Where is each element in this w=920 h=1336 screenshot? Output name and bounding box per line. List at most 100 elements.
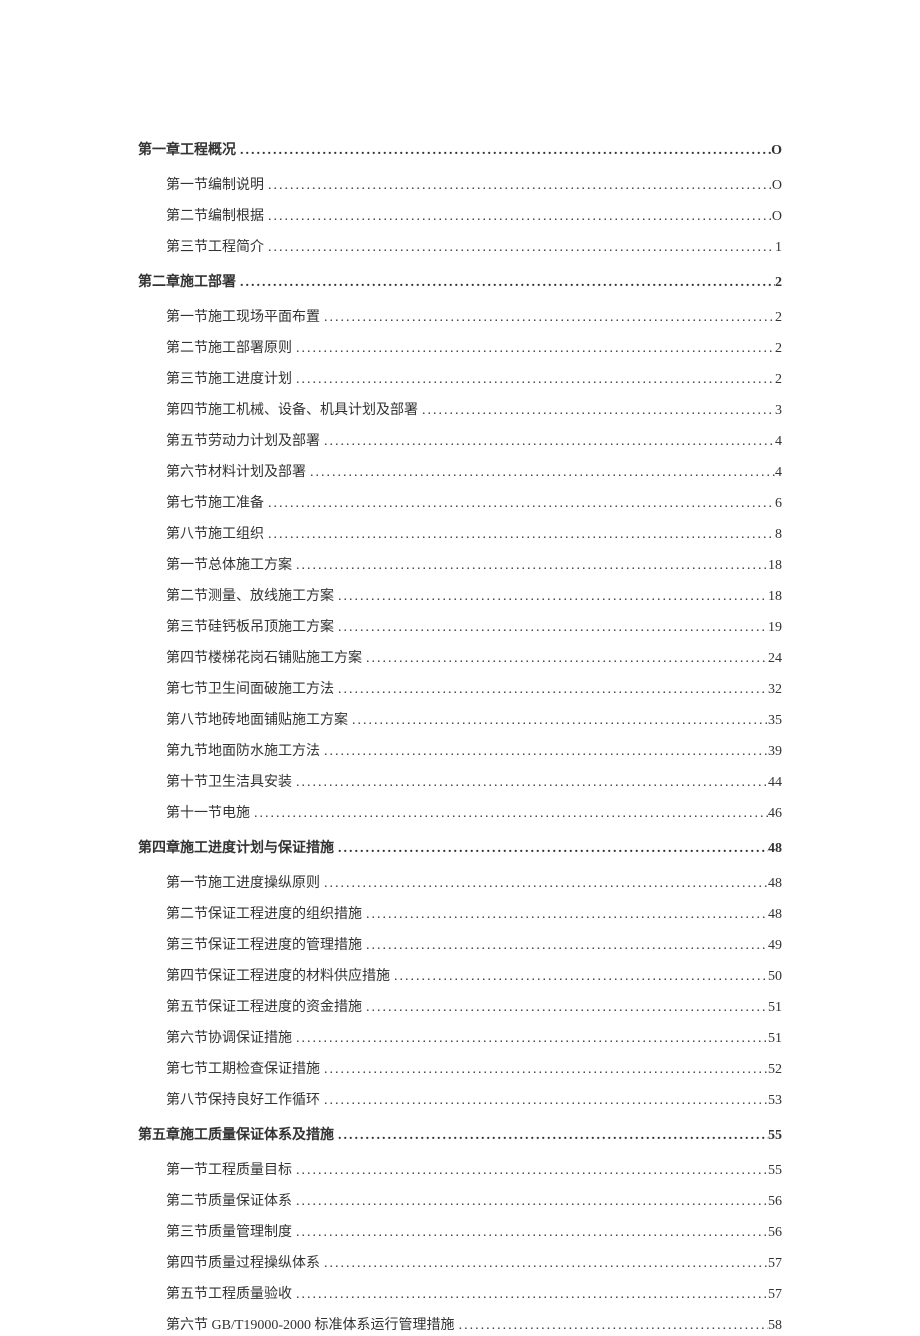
toc-entry: 第六节 GB/T19000-2000 标准体系运行管理措施...........… [138,1315,782,1336]
toc-page-number: 48 [768,904,782,925]
toc-leader-dots: ........................................… [250,803,768,824]
toc-page-number: 6 [775,493,782,514]
toc-entry: 第四章施工进度计划与保证措施..........................… [138,838,782,859]
toc-page-number: 35 [768,710,782,731]
toc-page-number: 19 [768,617,782,638]
toc-title: 第三节施工进度计划 [166,369,292,390]
toc-entry: 第七节工期检查保证措施.............................… [138,1059,782,1080]
toc-entry: 第七节卫生间面破施工方法............................… [138,679,782,700]
toc-leader-dots: ........................................… [334,617,768,638]
toc-title: 第四节楼梯花岗石铺贴施工方案 [166,648,362,669]
toc-page-number: 39 [768,741,782,762]
toc-title: 第八节保持良好工作循环 [166,1090,320,1111]
toc-title: 第一节工程质量目标 [166,1160,292,1181]
toc-leader-dots: ........................................… [264,206,772,227]
toc-entry: 第八节地砖地面铺贴施工方案...........................… [138,710,782,731]
toc-title: 第一节总体施工方案 [166,555,292,576]
toc-page-number: 24 [768,648,782,669]
toc-title: 第七节卫生间面破施工方法 [166,679,334,700]
toc-page-number: 1 [775,237,782,258]
toc-leader-dots: ........................................… [236,272,775,293]
toc-page-number: 44 [768,772,782,793]
toc-leader-dots: ........................................… [320,307,775,328]
toc-page-number: 32 [768,679,782,700]
toc-title: 第三节质量管理制度 [166,1222,292,1243]
toc-leader-dots: ........................................… [334,586,768,607]
toc-leader-dots: ........................................… [348,710,768,731]
toc-page-number: 52 [768,1059,782,1080]
toc-page-number: 56 [768,1191,782,1212]
toc-leader-dots: ........................................… [292,1222,768,1243]
toc-leader-dots: ........................................… [306,462,775,483]
toc-title: 第五节工程质量验收 [166,1284,292,1305]
toc-leader-dots: ........................................… [264,524,775,545]
toc-page-number: 2 [775,369,782,390]
toc-entry: 第二节保证工程进度的组织措施..........................… [138,904,782,925]
toc-page-number: 4 [775,431,782,452]
toc-title: 第五节保证工程进度的资金措施 [166,997,362,1018]
toc-entry: 第十节卫生洁具安装...............................… [138,772,782,793]
toc-title: 第五节劳动力计划及部署 [166,431,320,452]
toc-title: 第四章施工进度计划与保证措施 [138,838,334,859]
toc-entry: 第六节协调保证措施...............................… [138,1028,782,1049]
toc-title: 第三节保证工程进度的管理措施 [166,935,362,956]
toc-leader-dots: ........................................… [292,1284,768,1305]
toc-leader-dots: ........................................… [320,1059,768,1080]
toc-page-number: O [772,175,782,196]
toc-entry: 第五章施工质量保证体系及措施..........................… [138,1125,782,1146]
toc-leader-dots: ........................................… [264,237,775,258]
toc-title: 第七节施工准备 [166,493,264,514]
toc-page-number: 51 [768,1028,782,1049]
toc-entry: 第四节质量过程操纵体系.............................… [138,1253,782,1274]
toc-entry: 第五节工程质量验收...............................… [138,1284,782,1305]
toc-entry: 第二节编制根据.................................… [138,206,782,227]
table-of-contents: 第一章工程概况.................................… [138,140,782,1336]
toc-page-number: 8 [775,524,782,545]
toc-title: 第八节地砖地面铺贴施工方案 [166,710,348,731]
toc-page-number: 18 [768,555,782,576]
toc-leader-dots: ........................................… [334,838,768,859]
toc-entry: 第二章施工部署.................................… [138,272,782,293]
toc-entry: 第四节施工机械、设备、机具计划及部署......................… [138,400,782,421]
toc-entry: 第三节工程简介.................................… [138,237,782,258]
toc-title: 第一章工程概况 [138,140,236,161]
toc-page-number: O [771,140,782,161]
toc-page-number: 2 [775,338,782,359]
toc-title: 第八节施工组织 [166,524,264,545]
toc-leader-dots: ........................................… [362,997,768,1018]
toc-leader-dots: ........................................… [264,493,775,514]
toc-leader-dots: ........................................… [334,1125,768,1146]
toc-entry: 第二节施工部署原则...............................… [138,338,782,359]
toc-entry: 第二节测量、放线施工方案............................… [138,586,782,607]
toc-title: 第二节编制根据 [166,206,264,227]
toc-entry: 第一节编制说明.................................… [138,175,782,196]
toc-entry: 第一节施工现场平面布置.............................… [138,307,782,328]
toc-title: 第六节协调保证措施 [166,1028,292,1049]
toc-page-number: 53 [768,1090,782,1111]
toc-page-number: 2 [775,307,782,328]
toc-title: 第二章施工部署 [138,272,236,293]
toc-leader-dots: ........................................… [455,1315,768,1336]
toc-page-number: 48 [768,873,782,894]
toc-leader-dots: ........................................… [292,772,768,793]
toc-title: 第一节施工进度操纵原则 [166,873,320,894]
toc-entry: 第七节施工准备.................................… [138,493,782,514]
toc-entry: 第五节劳动力计划及部署.............................… [138,431,782,452]
toc-leader-dots: ........................................… [320,1090,768,1111]
toc-leader-dots: ........................................… [292,1160,768,1181]
toc-title: 第六节 GB/T19000-2000 标准体系运行管理措施 [166,1315,455,1336]
toc-leader-dots: ........................................… [418,400,775,421]
toc-page-number: 48 [768,838,782,859]
toc-page-number: 49 [768,935,782,956]
toc-title: 第二节测量、放线施工方案 [166,586,334,607]
toc-title: 第一节施工现场平面布置 [166,307,320,328]
toc-leader-dots: ........................................… [292,369,775,390]
toc-page-number: 58 [768,1315,782,1336]
toc-page-number: O [772,206,782,227]
toc-title: 第九节地面防水施工方法 [166,741,320,762]
toc-leader-dots: ........................................… [292,1191,768,1212]
toc-title: 第二节保证工程进度的组织措施 [166,904,362,925]
toc-entry: 第五节保证工程进度的资金措施..........................… [138,997,782,1018]
toc-page-number: 55 [768,1160,782,1181]
toc-title: 第六节材料计划及部署 [166,462,306,483]
